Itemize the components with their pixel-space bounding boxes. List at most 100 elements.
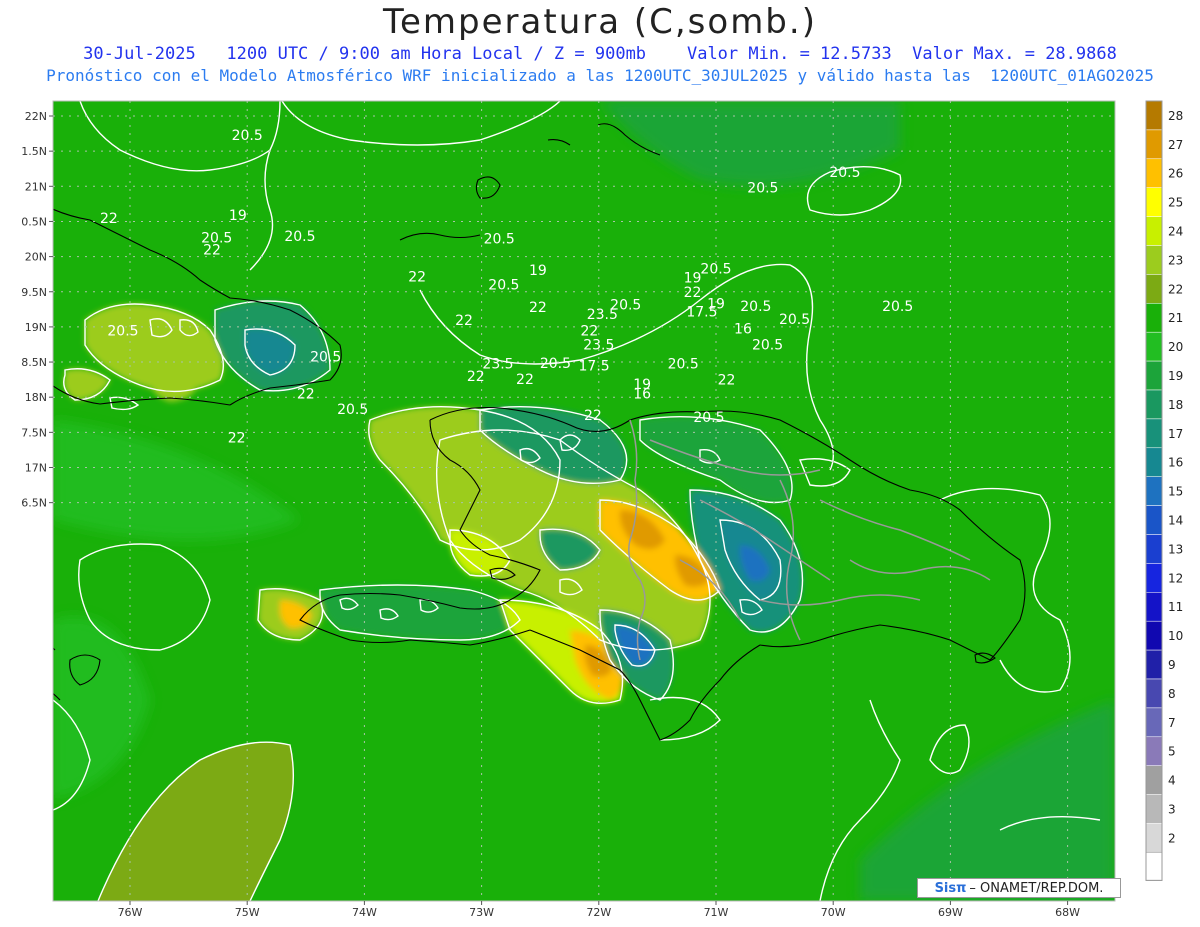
contour-label: 20.5: [337, 402, 368, 418]
colorbar-label: 7: [1168, 716, 1176, 730]
contour-label: 20.5: [779, 312, 810, 328]
credit-box: Sisπ – ONAMET/REP.DOM.: [917, 878, 1121, 898]
lat-tick-label: 8.5N: [21, 356, 47, 369]
contour-label: 20.5: [107, 323, 138, 339]
contour-label: 22: [228, 430, 246, 446]
contour-label: 22: [718, 373, 736, 389]
colorbar-label: 8: [1168, 687, 1176, 701]
colorbar-label: 12: [1168, 571, 1183, 585]
colorbar-swatch: [1145, 476, 1163, 506]
contour-label: 20.5: [882, 299, 913, 315]
lat-tick-label: 19N: [25, 321, 47, 334]
contour-label: 20.5: [668, 356, 699, 372]
contour-label: 20.5: [700, 262, 731, 278]
contour-label: 16: [633, 387, 651, 403]
credit-text: – ONAMET/REP.DOM.: [969, 880, 1104, 896]
colorbar-label: 14: [1168, 514, 1183, 528]
colorbar-swatch: [1145, 736, 1163, 766]
contour-label: 22: [297, 387, 315, 403]
colorbar-label: 20: [1168, 340, 1183, 354]
lon-tick-label: 70W: [821, 906, 846, 919]
colorbar-swatch: [1145, 100, 1163, 131]
contour-label: 19: [529, 263, 547, 279]
lon-tick-label: 72W: [586, 906, 611, 919]
contour-label: 22: [100, 211, 118, 227]
colorbar-label: 28: [1168, 109, 1183, 123]
plot-area: 20.5 20.5 20.5 20.5 22 19 20.5 20.5 22 22 19 20.5 20…: [53, 101, 1115, 901]
colorbar-label: 23: [1168, 253, 1183, 267]
colorbar-label: 9: [1168, 658, 1176, 672]
contour-label: 16: [734, 321, 752, 337]
colorbar-label: 4: [1168, 774, 1176, 788]
colorbar-swatch: [1145, 794, 1163, 824]
colorbar-swatch: [1145, 823, 1163, 853]
colorbar-swatch: [1145, 360, 1163, 391]
colorbar-swatch: [1145, 245, 1163, 275]
contour-label: 19: [229, 208, 247, 224]
temperature-map: 20.520.520.520.522 1920.5 20.52222 1920.520…: [21, 100, 1183, 919]
colorbar-label: 24: [1168, 225, 1183, 239]
contour-label: 22: [408, 269, 426, 285]
colorbar-swatch: [1145, 505, 1163, 535]
colorbar-label: 2: [1168, 831, 1176, 845]
colorbar-label: 21: [1168, 311, 1183, 325]
lat-tick-label: 0.5N: [21, 215, 47, 228]
contour-label: 22: [584, 408, 602, 424]
colorbar-label: 26: [1168, 167, 1183, 181]
colorbar-label: 16: [1168, 456, 1183, 470]
contour-label: 20.5: [310, 349, 341, 365]
lon-tick-label: 71W: [704, 906, 729, 919]
contour-label: 22: [516, 372, 534, 388]
lon-tick-label: 76W: [118, 906, 143, 919]
colorbar-label: 27: [1168, 138, 1183, 152]
contour-label: 17.5: [579, 359, 610, 375]
colorbar-label: 10: [1168, 629, 1183, 643]
contour-label: 20.5: [284, 229, 315, 245]
colorbar-swatch: [1145, 851, 1163, 881]
colorbar-swatch: [1145, 592, 1163, 622]
lon-tick-label: 68W: [1055, 906, 1080, 919]
contour-label: 20.5: [752, 337, 783, 353]
lat-tick-label: 21N: [25, 180, 47, 193]
contour-label: 22: [203, 243, 221, 259]
colorbar-swatch: [1145, 534, 1163, 564]
lon-tick-label: 74W: [352, 906, 377, 919]
colorbar-label: 25: [1168, 196, 1183, 210]
colorbar-swatch: [1145, 216, 1163, 246]
contour-label: 23.5: [583, 337, 614, 353]
colorbar-swatch: [1145, 620, 1163, 651]
colorbar-label: 17: [1168, 427, 1183, 441]
lon-tick-label: 73W: [469, 906, 494, 919]
contour-label: 22: [467, 369, 485, 385]
contour-label: 23.5: [587, 307, 618, 323]
lat-tick-label: 1.5N: [21, 145, 47, 158]
colorbar-swatch: [1145, 447, 1163, 477]
lon-tick-label: 75W: [235, 906, 260, 919]
lat-tick-label: 20N: [25, 251, 47, 264]
colorbar-swatch: [1145, 274, 1163, 304]
colorbar-swatch: [1145, 331, 1163, 362]
latitude-axis: 22N 1.5N 21N 0.5N 20N 9.5N 19N 8.5N 18N 7.5N 17N 6.…: [21, 110, 53, 510]
contour-label: 23.5: [482, 356, 513, 372]
contour-label: 22: [529, 300, 547, 316]
lat-tick-label: 7.5N: [21, 426, 47, 439]
colorbar-swatch: [1145, 158, 1163, 188]
longitude-axis: 76W 75W 74W 73W 72W 71W 70W 69W 68W: [118, 901, 1080, 919]
sis-logo: Sisπ: [934, 880, 967, 896]
lat-tick-label: 6.5N: [21, 497, 47, 510]
contour-label: 20.5: [232, 128, 263, 144]
contour-label: 17.5: [686, 304, 717, 320]
contour-label: 20.5: [829, 165, 860, 181]
lon-tick-label: 69W: [938, 906, 963, 919]
contour-label: 22: [455, 313, 473, 329]
lat-tick-label: 22N: [25, 110, 47, 123]
colorbar-swatch: [1145, 707, 1163, 738]
colorbar-label: 5: [1168, 745, 1176, 759]
colorbar-label: 18: [1168, 398, 1183, 412]
contour-label: 20.5: [488, 278, 519, 294]
contour-label: 22: [684, 285, 702, 301]
colorbar-swatch: [1145, 129, 1163, 160]
lat-tick-label: 17N: [25, 462, 47, 475]
colorbar-label: 11: [1168, 600, 1183, 614]
model-info-line: Pronóstico con el Modelo Atmosférico WRF…: [46, 66, 1154, 85]
